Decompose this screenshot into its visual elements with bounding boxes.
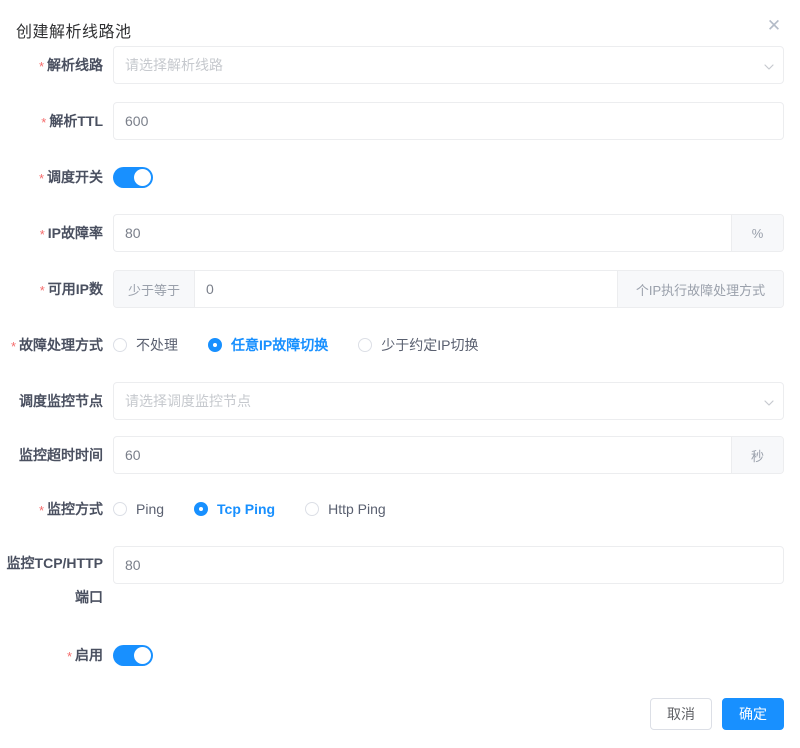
label-line-pool: * 解析线路 bbox=[38, 57, 103, 74]
label-monitor-port: 监控TCP/HTTP 端口 bbox=[0, 546, 113, 614]
toggle-knob bbox=[134, 169, 151, 186]
required-marker: * bbox=[38, 59, 44, 74]
available-ip-count-input[interactable]: 0 bbox=[195, 271, 617, 307]
form-row-monitor-timeout: 监控超时时间 60 秒 bbox=[0, 436, 800, 474]
radio-monitor-method-1[interactable]: Tcp Ping bbox=[194, 501, 275, 517]
required-marker: * bbox=[41, 115, 47, 130]
ip-failure-rate-unit: % bbox=[731, 215, 783, 251]
monitor-port-input[interactable]: 80 bbox=[114, 547, 783, 583]
label-monitor-port-line1: 监控TCP/HTTP bbox=[6, 555, 103, 571]
radio-icon bbox=[358, 338, 373, 352]
create-line-pool-dialog: 创建解析线路池 ✕ * 解析线路 请选择解析线路 * 解析TTL 600 * 调… bbox=[0, 0, 800, 748]
ttl-input[interactable]: 600 bbox=[114, 103, 783, 139]
form-row-monitor-node: 调度监控节点 请选择调度监控节点 bbox=[0, 382, 800, 420]
schedule-switch-toggle[interactable] bbox=[113, 167, 153, 188]
dialog-footer: 取消 确定 bbox=[650, 698, 784, 730]
monitor-timeout-unit: 秒 bbox=[731, 437, 783, 473]
line-pool-form: * 解析线路 请选择解析线路 * 解析TTL 600 * 调度开关 * IP故障… bbox=[0, 46, 800, 676]
label-enabled: * 启用 bbox=[66, 647, 103, 664]
toggle-knob bbox=[134, 647, 151, 664]
label-available-ip-count: * 可用IP数 bbox=[39, 281, 103, 298]
form-row-schedule-switch: * 调度开关 bbox=[0, 158, 800, 198]
required-marker: * bbox=[10, 339, 16, 354]
cancel-button[interactable]: 取消 bbox=[650, 698, 712, 730]
chevron-down-icon bbox=[764, 62, 774, 71]
failure-handling-radio-group: 不处理 任意IP故障切换 少于约定IP切换 bbox=[113, 326, 784, 357]
form-row-available-ip-count: * 可用IP数 少于等于 0 个IP执行故障处理方式 bbox=[0, 270, 800, 310]
form-row-monitor-port: 监控TCP/HTTP 端口 80 bbox=[0, 546, 800, 614]
form-row-failure-handling: * 故障处理方式 不处理 任意IP故障切换 少于约定IP切换 bbox=[0, 326, 800, 366]
required-marker: * bbox=[66, 649, 72, 664]
label-monitor-method: * 监控方式 bbox=[38, 501, 103, 518]
required-marker: * bbox=[38, 171, 44, 186]
form-row-enabled: * 启用 bbox=[0, 636, 800, 676]
monitor-port-input-wrapper[interactable]: 80 bbox=[113, 546, 784, 584]
ip-failure-rate-input[interactable]: 80 bbox=[114, 215, 731, 251]
required-marker: * bbox=[38, 503, 44, 518]
label-monitor-port-line2: 端口 bbox=[75, 589, 103, 605]
radio-failure-handling-2[interactable]: 少于约定IP切换 bbox=[358, 335, 478, 355]
radio-icon bbox=[194, 502, 209, 516]
radio-icon bbox=[113, 502, 127, 516]
radio-failure-handling-0[interactable]: 不处理 bbox=[113, 335, 178, 355]
available-ip-count-input-wrapper[interactable]: 少于等于 0 个IP执行故障处理方式 bbox=[113, 270, 784, 308]
chevron-down-icon bbox=[764, 398, 774, 407]
monitor-timeout-input[interactable]: 60 bbox=[114, 437, 731, 473]
required-marker: * bbox=[39, 227, 45, 242]
monitor-method-radio-group: Ping Tcp Ping Http Ping bbox=[113, 490, 784, 521]
page-title: 创建解析线路池 bbox=[16, 24, 132, 41]
confirm-button[interactable]: 确定 bbox=[722, 698, 784, 730]
label-failure-handling: * 故障处理方式 bbox=[10, 337, 103, 354]
dialog-header: 创建解析线路池 ✕ bbox=[0, 0, 800, 46]
ttl-input-wrapper[interactable]: 600 bbox=[113, 102, 784, 140]
monitor-node-select[interactable]: 请选择调度监控节点 bbox=[113, 382, 784, 420]
close-icon[interactable]: ✕ bbox=[764, 16, 784, 36]
radio-icon bbox=[113, 338, 127, 352]
monitor-timeout-input-wrapper[interactable]: 60 秒 bbox=[113, 436, 784, 474]
line-pool-select-placeholder: 请选择解析线路 bbox=[125, 57, 223, 73]
label-ip-failure-rate: * IP故障率 bbox=[39, 225, 103, 242]
label-monitor-node: 调度监控节点 bbox=[19, 393, 103, 409]
label-schedule-switch: * 调度开关 bbox=[38, 169, 103, 186]
form-row-line-pool: * 解析线路 请选择解析线路 bbox=[0, 46, 800, 86]
label-ttl: * 解析TTL bbox=[41, 113, 103, 130]
radio-monitor-method-0[interactable]: Ping bbox=[113, 501, 164, 517]
radio-icon bbox=[208, 338, 222, 352]
radio-failure-handling-1[interactable]: 任意IP故障切换 bbox=[208, 335, 328, 355]
ip-failure-rate-input-wrapper[interactable]: 80 % bbox=[113, 214, 784, 252]
radio-monitor-method-2[interactable]: Http Ping bbox=[305, 501, 386, 517]
required-marker: * bbox=[39, 283, 45, 298]
form-row-ip-failure-rate: * IP故障率 80 % bbox=[0, 214, 800, 254]
enabled-toggle[interactable] bbox=[113, 645, 153, 666]
form-row-ttl: * 解析TTL 600 bbox=[0, 102, 800, 142]
available-ip-count-condition: 少于等于 bbox=[114, 271, 196, 307]
radio-icon bbox=[305, 502, 320, 516]
label-monitor-timeout: 监控超时时间 bbox=[19, 447, 103, 463]
monitor-node-select-placeholder: 请选择调度监控节点 bbox=[125, 393, 251, 409]
form-row-monitor-method: * 监控方式 Ping Tcp Ping Http Ping bbox=[0, 490, 800, 530]
available-ip-count-hint: 个IP执行故障处理方式 bbox=[617, 271, 783, 307]
line-pool-select[interactable]: 请选择解析线路 bbox=[113, 46, 784, 84]
